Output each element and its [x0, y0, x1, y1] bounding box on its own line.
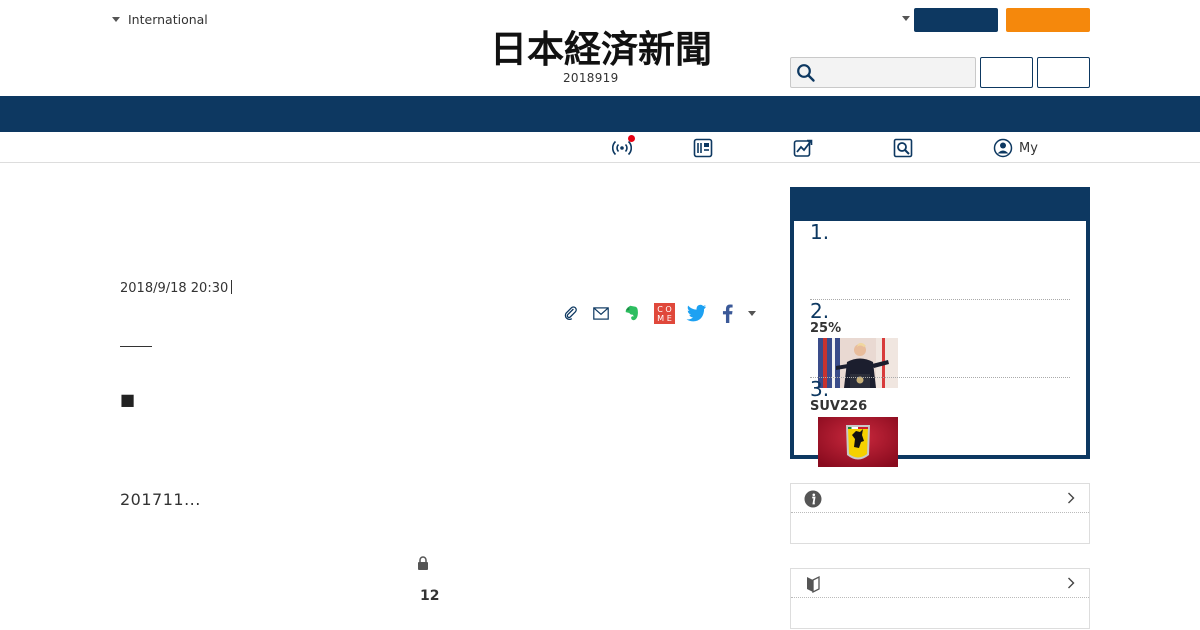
account-dropdown-icon[interactable] — [902, 16, 910, 21]
ranking-item-2[interactable]: 2. 25% — [810, 299, 1070, 388]
subnav-paper[interactable] — [693, 137, 713, 159]
ferrari-image — [818, 417, 898, 467]
article-timestamp: 2018/9/18 20:30 — [120, 280, 233, 296]
beginner-box[interactable] — [790, 568, 1090, 629]
info-box[interactable] — [790, 483, 1090, 544]
subnav-mypage-label: My — [1019, 140, 1038, 156]
ferrari-logo-photo[interactable] — [818, 417, 898, 467]
twitter-button[interactable] — [685, 302, 707, 324]
main-navigation-bar[interactable] — [0, 96, 1200, 132]
chevron-right-icon — [1068, 577, 1075, 589]
subnav-mypage[interactable]: My — [993, 137, 1038, 159]
timestamp-text: 2018/9/18 20:30 — [120, 281, 229, 296]
section-marker: ■ — [120, 390, 136, 409]
chevron-right-icon — [1068, 492, 1075, 504]
region-selector[interactable]: International — [112, 12, 208, 27]
evernote-icon — [625, 305, 638, 321]
subnav-live[interactable] — [612, 135, 635, 159]
facebook-button[interactable] — [717, 302, 737, 324]
chevron-down-icon — [112, 17, 120, 22]
share-more-button[interactable] — [746, 302, 758, 324]
subscribe-button[interactable] — [914, 8, 998, 32]
info-box-header[interactable] — [791, 484, 1089, 513]
ranking-header — [790, 187, 1090, 221]
more-caret-icon — [748, 310, 756, 316]
login-button[interactable] — [980, 57, 1033, 88]
nikkei-logo[interactable]: 日本経済新聞 — [452, 27, 750, 71]
user-icon — [993, 138, 1013, 158]
beginner-mark-icon — [807, 575, 820, 593]
newspaper-icon — [693, 138, 713, 158]
ranking-title: 25% — [810, 321, 842, 336]
subnav-search[interactable] — [893, 137, 913, 159]
search-icon — [797, 64, 815, 82]
clip-button[interactable] — [560, 302, 582, 324]
search-icon — [893, 138, 913, 158]
edition-date: 2018919 — [563, 71, 619, 85]
come-icon: C O M E — [653, 302, 675, 324]
come-button[interactable]: C O M E — [653, 302, 675, 324]
logo-wordmark: 日本経済新聞 — [490, 27, 712, 71]
signup-button[interactable] — [1037, 57, 1090, 88]
ranking-title: SUV226 — [810, 399, 868, 414]
facebook-icon — [722, 304, 733, 323]
ranking-number: 2. — [810, 299, 830, 323]
svg-text:日本経済新聞: 日本経済新聞 — [490, 28, 712, 68]
lock-icon — [418, 556, 428, 570]
clip-icon — [564, 306, 577, 320]
search-field[interactable] — [790, 57, 976, 88]
svg-text:M E: M E — [657, 313, 672, 323]
evernote-button[interactable] — [622, 302, 642, 324]
timestamp-divider — [231, 280, 233, 294]
market-chart-icon — [793, 139, 813, 157]
twitter-icon — [686, 304, 706, 322]
beginner-box-header[interactable] — [791, 569, 1089, 598]
ranking-number: 1. — [810, 220, 830, 244]
trial-button[interactable] — [1006, 8, 1090, 32]
ranking-item-1[interactable]: 1. — [810, 221, 1070, 299]
paywall-count: 12 — [420, 588, 440, 604]
info-icon — [804, 490, 822, 508]
region-label: International — [128, 12, 208, 27]
subnav-markets[interactable] — [793, 137, 813, 159]
mail-button[interactable] — [591, 302, 611, 324]
article-divider-dash — [120, 346, 152, 347]
ranking-number: 3. — [810, 377, 830, 401]
article-teaser: 201711... — [120, 490, 201, 509]
ranking-panel: 1. 2. 25% 3. SUV226 — [790, 187, 1090, 467]
notification-dot — [628, 135, 635, 142]
sub-navigation: My — [0, 132, 1200, 163]
ranking-item-3[interactable]: 3. SUV226 — [810, 377, 1070, 467]
mail-icon — [593, 306, 609, 320]
search-input[interactable] — [819, 58, 969, 87]
